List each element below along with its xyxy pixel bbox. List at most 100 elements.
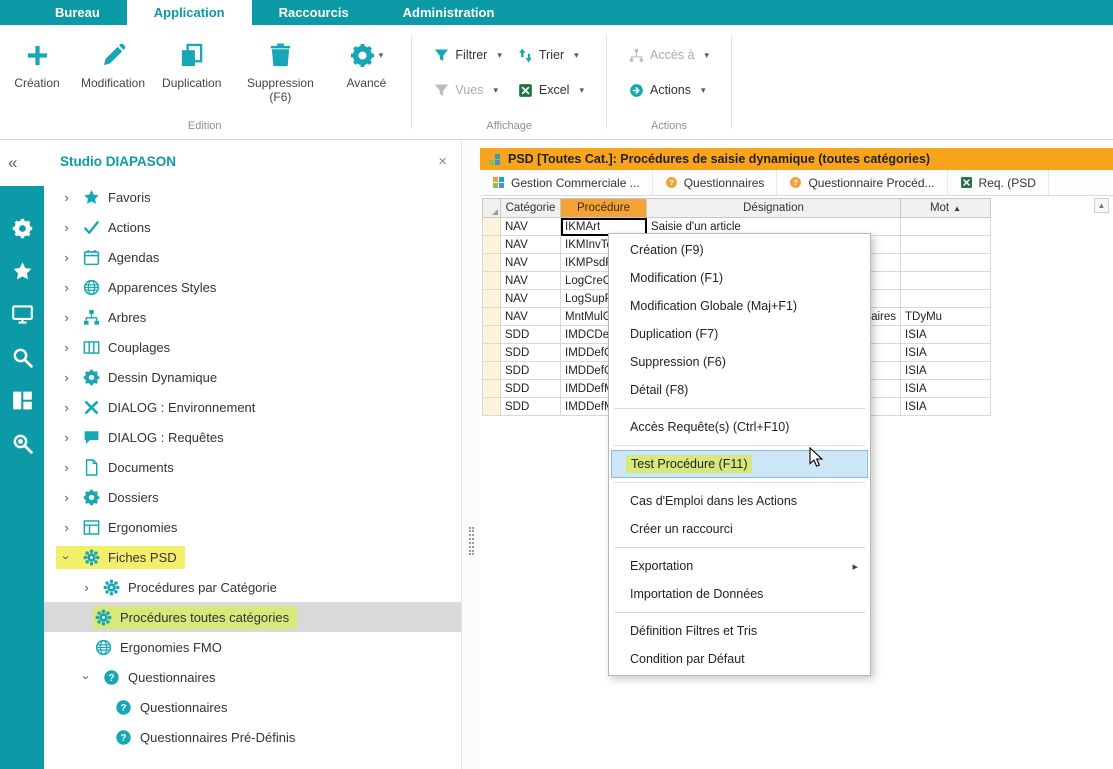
chevron-down-icon[interactable]: › bbox=[59, 549, 74, 566]
button-vues[interactable]: Vues ▾ bbox=[430, 78, 505, 102]
chevron-right-icon[interactable]: › bbox=[58, 250, 75, 265]
row-selector[interactable] bbox=[483, 362, 501, 380]
button-duplication[interactable]: Duplication bbox=[162, 31, 221, 90]
tree-item-questionnaires[interactable]: ›Questionnaires bbox=[44, 662, 461, 692]
menu-item-modification-globale-maj-f1[interactable]: Modification Globale (Maj+F1) bbox=[611, 292, 868, 320]
cell-mot[interactable]: ISIA bbox=[901, 380, 991, 398]
splitter[interactable] bbox=[462, 140, 480, 769]
cell-categorie[interactable]: SDD bbox=[501, 380, 561, 398]
scroll-up-button[interactable]: ▲ bbox=[1094, 198, 1109, 213]
cell-categorie[interactable]: NAV bbox=[501, 290, 561, 308]
tree-item-dessin-dynamique[interactable]: ›Dessin Dynamique bbox=[44, 362, 461, 392]
tree-item-favoris[interactable]: ›Favoris bbox=[44, 182, 461, 212]
chevron-right-icon[interactable]: › bbox=[58, 430, 75, 445]
tab-bureau[interactable]: Bureau bbox=[28, 0, 127, 25]
column-header-designation[interactable]: Désignation bbox=[647, 199, 901, 218]
chevron-down-icon[interactable]: › bbox=[79, 669, 94, 686]
button-avance[interactable]: ▾ Avancé bbox=[339, 31, 393, 90]
row-selector[interactable] bbox=[483, 272, 501, 290]
cell-mot[interactable] bbox=[901, 272, 991, 290]
row-selector[interactable] bbox=[483, 236, 501, 254]
cell-mot[interactable]: ISIA bbox=[901, 362, 991, 380]
chevron-right-icon[interactable]: › bbox=[58, 280, 75, 295]
cell-categorie[interactable]: SDD bbox=[501, 362, 561, 380]
menu-item-acces-requete-s-ctrl-f10[interactable]: Accès Requête(s) (Ctrl+F10) bbox=[611, 413, 868, 441]
menu-item-modification-f1[interactable]: Modification (F1) bbox=[611, 264, 868, 292]
rail-desktop-button[interactable] bbox=[8, 300, 36, 328]
button-excel[interactable]: Excel ▾ bbox=[514, 78, 588, 102]
tree-item-agendas[interactable]: ›Agendas bbox=[44, 242, 461, 272]
column-header-procedure[interactable]: Procédure bbox=[561, 199, 647, 218]
tab-raccourcis[interactable]: Raccourcis bbox=[252, 0, 376, 25]
close-icon[interactable]: × bbox=[434, 153, 451, 170]
tree-item-procedures-toutes-categories[interactable]: Procédures toutes catégories bbox=[44, 602, 461, 632]
row-selector[interactable] bbox=[483, 326, 501, 344]
row-selector[interactable] bbox=[483, 218, 501, 236]
chevron-down-icon[interactable]: ▾ bbox=[379, 50, 384, 61]
window-tab-questionnaires[interactable]: Questionnaires bbox=[653, 170, 778, 195]
tree-item-dialog-environnement[interactable]: ›DIALOG : Environnement bbox=[44, 392, 461, 422]
tree-item-dossiers[interactable]: ›Dossiers bbox=[44, 482, 461, 512]
tree-item-questionnaires[interactable]: Questionnaires bbox=[44, 692, 461, 722]
row-selector[interactable] bbox=[483, 398, 501, 416]
cell-mot[interactable]: ISIA bbox=[901, 344, 991, 362]
button-creation[interactable]: Création bbox=[10, 31, 64, 90]
chevron-right-icon[interactable]: › bbox=[58, 490, 75, 505]
button-trier[interactable]: Trier ▾ bbox=[514, 43, 588, 67]
row-selector[interactable] bbox=[483, 254, 501, 272]
menu-item-exportation[interactable]: Exportation ▸ bbox=[611, 552, 868, 580]
tree-item-ergonomies[interactable]: ›Ergonomies bbox=[44, 512, 461, 542]
chevron-right-icon[interactable]: › bbox=[58, 370, 75, 385]
rail-advanced-search-button[interactable] bbox=[8, 429, 36, 457]
cell-categorie[interactable]: SDD bbox=[501, 326, 561, 344]
chevron-right-icon[interactable]: › bbox=[58, 220, 75, 235]
tree-item-arbres[interactable]: ›Arbres bbox=[44, 302, 461, 332]
button-suppression-f6[interactable]: Suppression (F6) bbox=[238, 31, 322, 104]
collapse-sidebar-button[interactable]: « bbox=[0, 140, 44, 186]
tree-item-actions[interactable]: ›Actions bbox=[44, 212, 461, 242]
cell-mot[interactable] bbox=[901, 290, 991, 308]
tab-application[interactable]: Application bbox=[127, 0, 252, 25]
menu-item-test-procedure-f11[interactable]: Test Procédure (F11) bbox=[611, 450, 868, 478]
rail-favorites-button[interactable] bbox=[8, 257, 36, 285]
chevron-right-icon[interactable]: › bbox=[58, 190, 75, 205]
cell-mot[interactable]: ISIA bbox=[901, 398, 991, 416]
select-all-corner[interactable] bbox=[483, 199, 501, 218]
rail-search-button[interactable] bbox=[8, 343, 36, 371]
tree-item-fiches-psd[interactable]: ›Fiches PSD bbox=[44, 542, 461, 572]
cell-categorie[interactable]: NAV bbox=[501, 236, 561, 254]
row-selector[interactable] bbox=[483, 380, 501, 398]
cell-mot[interactable] bbox=[901, 218, 991, 236]
button-acces-a[interactable]: Accès à ▾ bbox=[625, 43, 713, 67]
cell-mot[interactable] bbox=[901, 236, 991, 254]
column-header-categorie[interactable]: Catégorie bbox=[501, 199, 561, 218]
column-header-mot[interactable]: Mot▲ bbox=[901, 199, 991, 218]
chevron-right-icon[interactable]: › bbox=[58, 310, 75, 325]
tree-item-procedures-par-categorie[interactable]: ›Procédures par Catégorie bbox=[44, 572, 461, 602]
button-filtrer[interactable]: Filtrer ▾ bbox=[430, 43, 505, 67]
chevron-right-icon[interactable]: › bbox=[58, 520, 75, 535]
menu-item-definition-filtres-et-tris[interactable]: Définition Filtres et Tris bbox=[611, 617, 868, 645]
menu-item-creer-un-raccourci[interactable]: Créer un raccourci bbox=[611, 515, 868, 543]
window-titlebar[interactable]: PSD [Toutes Cat.]: Procédures de saisie … bbox=[480, 148, 1113, 170]
button-actions[interactable]: Actions ▾ bbox=[625, 78, 713, 102]
cell-categorie[interactable]: NAV bbox=[501, 218, 561, 236]
window-tab-req-psd[interactable]: Req. (PSD bbox=[948, 170, 1049, 195]
cell-categorie[interactable]: SDD bbox=[501, 398, 561, 416]
menu-item-importation-de-donnees[interactable]: Importation de Données bbox=[611, 580, 868, 608]
cell-mot[interactable] bbox=[901, 254, 991, 272]
cell-categorie[interactable]: NAV bbox=[501, 308, 561, 326]
chevron-right-icon[interactable]: › bbox=[58, 460, 75, 475]
menu-item-cas-d-emploi-dans-les-actions[interactable]: Cas d'Emploi dans les Actions bbox=[611, 487, 868, 515]
tree-item-documents[interactable]: ›Documents bbox=[44, 452, 461, 482]
row-selector[interactable] bbox=[483, 344, 501, 362]
row-selector[interactable] bbox=[483, 308, 501, 326]
menu-item-duplication-f7[interactable]: Duplication (F7) bbox=[611, 320, 868, 348]
button-modification[interactable]: Modification bbox=[81, 31, 145, 90]
chevron-right-icon[interactable]: › bbox=[58, 340, 75, 355]
menu-item-creation-f9[interactable]: Création (F9) bbox=[611, 236, 868, 264]
rail-settings-button[interactable] bbox=[8, 214, 36, 242]
window-tab-questionnaire-proced[interactable]: Questionnaire Procéd... bbox=[777, 170, 947, 195]
tree-item-couplages[interactable]: ›Couplages bbox=[44, 332, 461, 362]
cell-categorie[interactable]: SDD bbox=[501, 344, 561, 362]
